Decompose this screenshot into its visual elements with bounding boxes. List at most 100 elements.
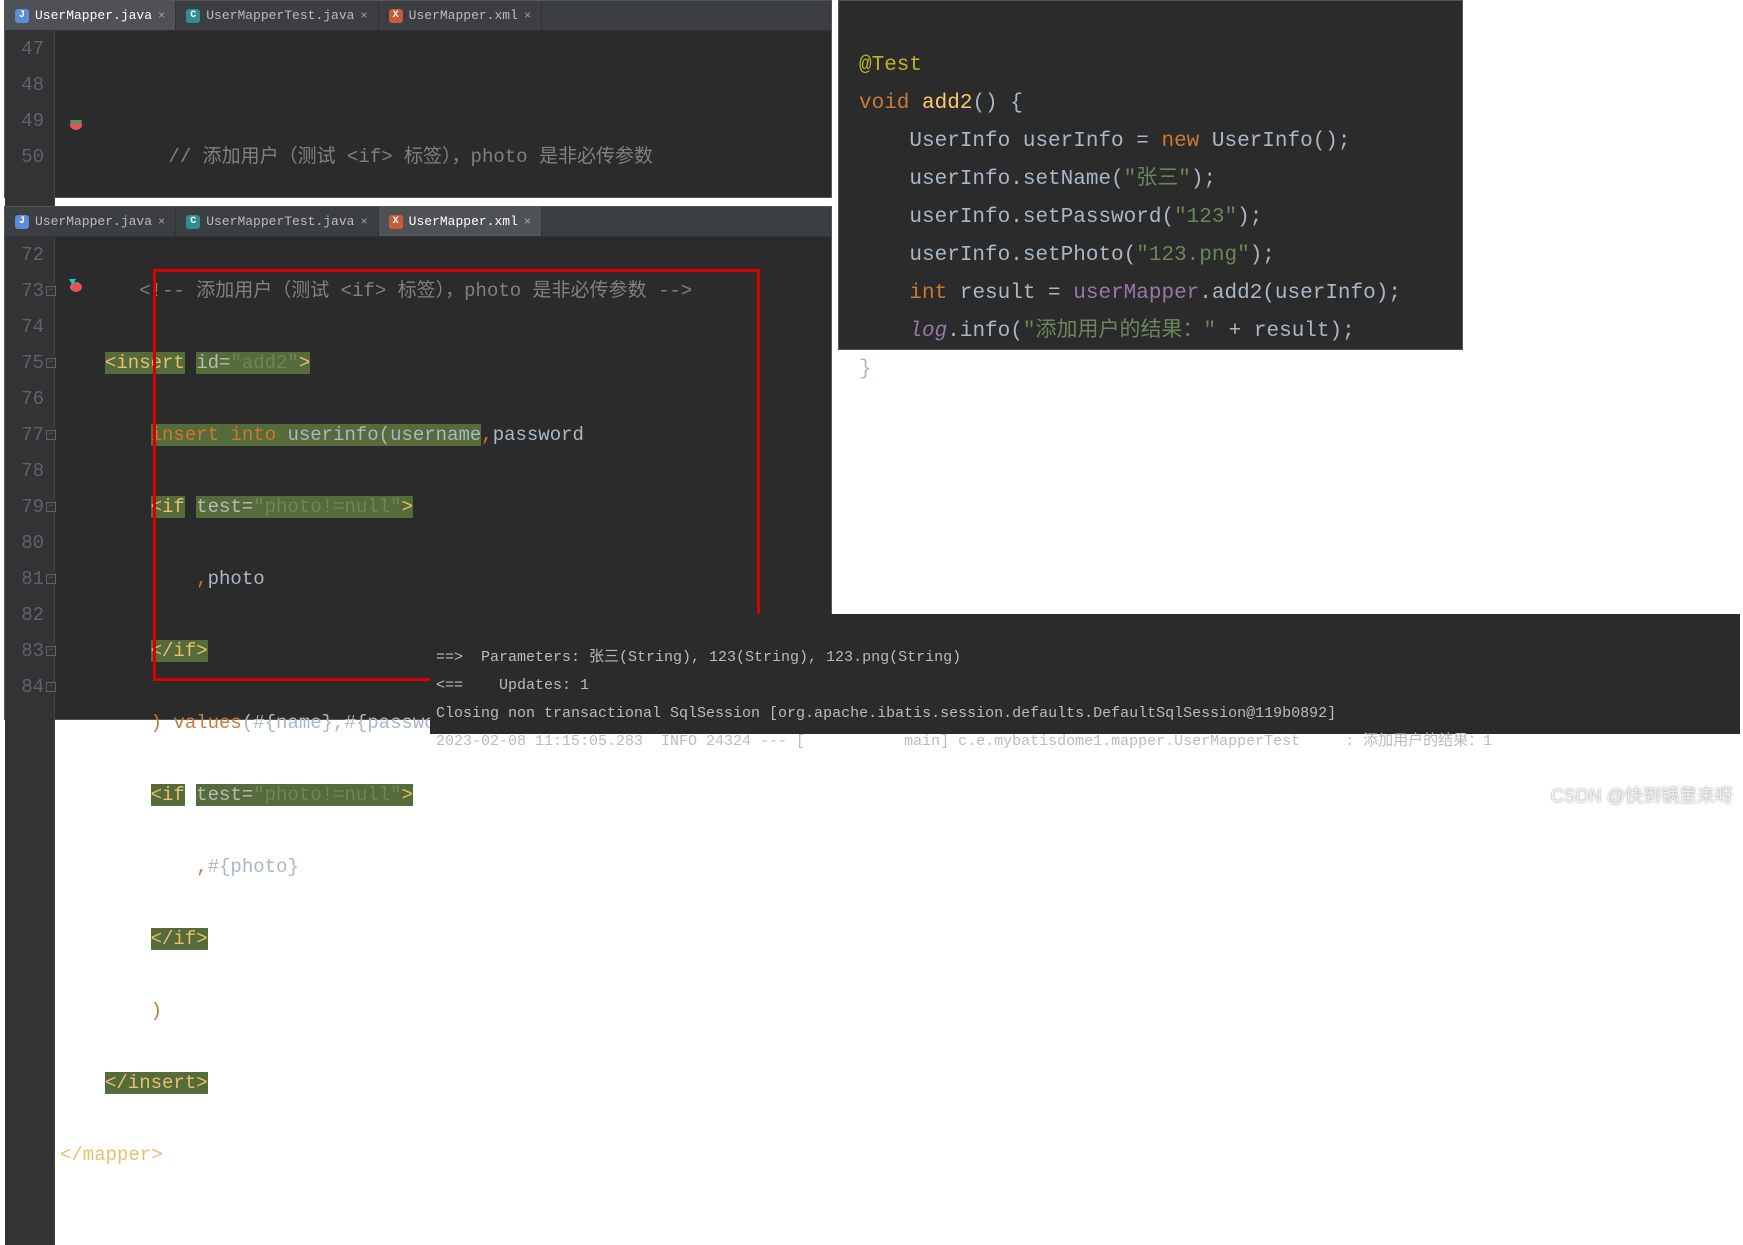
- line-number: 75−: [11, 345, 44, 381]
- editor-panel-test[interactable]: @Test void add2() { UserInfo userInfo = …: [838, 0, 1463, 350]
- paren: ): [151, 1000, 162, 1022]
- code-text: result =: [947, 282, 1073, 305]
- line-number: 83−: [11, 633, 44, 669]
- string-literal: "添加用户的结果：": [1023, 320, 1216, 343]
- line-number: 78: [11, 453, 44, 489]
- tag-if-close: </if>: [151, 928, 208, 950]
- tag-insert-open: <insert: [105, 352, 185, 374]
- brace-close: }: [859, 358, 872, 381]
- paren: ): [151, 712, 162, 734]
- tag-gt: >: [401, 496, 412, 518]
- field-ref: log: [909, 320, 947, 343]
- xml-icon: X: [389, 215, 403, 229]
- xml-icon: X: [389, 9, 403, 23]
- tab-label: UserMapper.xml: [409, 8, 518, 23]
- tag-mapper-close: </mapper>: [60, 1144, 163, 1166]
- tab-label: UserMapper.java: [35, 214, 152, 229]
- tab-usermapper-xml[interactable]: X UserMapper.xml ×: [379, 207, 542, 236]
- close-icon[interactable]: ×: [360, 215, 367, 229]
- tab-usermappertest-java[interactable]: C UserMapperTest.java ×: [176, 1, 378, 30]
- java-icon: J: [15, 9, 29, 23]
- comma: ,: [481, 424, 492, 446]
- tag-if-close: </if>: [151, 640, 208, 662]
- line-number: 77−: [11, 417, 44, 453]
- line-number: 72: [11, 237, 44, 273]
- string-literal: "123": [1174, 206, 1237, 229]
- close-icon[interactable]: ×: [158, 215, 165, 229]
- code-text: userInfo.setPassword(: [909, 206, 1174, 229]
- field-ref: userMapper: [1073, 282, 1199, 305]
- line-number: 81−: [11, 561, 44, 597]
- attr-test: test="photo!=null": [196, 784, 401, 806]
- tab-label: UserMapper.java: [35, 8, 152, 23]
- tab-usermappertest-java[interactable]: C UserMapperTest.java ×: [176, 207, 378, 236]
- console-line: ==> Parameters: 张三(String), 123(String),…: [436, 649, 961, 666]
- line-number: 48: [11, 67, 44, 103]
- close-icon[interactable]: ×: [158, 9, 165, 23]
- watermark: CSDN @快到锅里来呀: [1551, 782, 1733, 808]
- keyword-new: new: [1161, 130, 1199, 153]
- attr-test: test="photo!=null": [196, 496, 401, 518]
- code-text: );: [1191, 168, 1216, 191]
- sql-insert-into: insert into userinfo(username: [151, 424, 482, 446]
- comment: // 添加用户（测试 <if> 标签），photo 是非必传参数: [168, 146, 653, 168]
- tab-usermapper-java[interactable]: J UserMapper.java ×: [5, 207, 176, 236]
- code-text: + result);: [1216, 320, 1355, 343]
- line-number: 80: [11, 525, 44, 561]
- string-literal: "张三": [1124, 168, 1191, 191]
- xml-comment: <!-- 添加用户（测试 <if> 标签），photo 是非必传参数 -->: [139, 280, 692, 302]
- sql-col: password: [493, 424, 584, 446]
- tab-label: UserMapper.xml: [409, 214, 518, 229]
- close-icon[interactable]: ×: [524, 9, 531, 23]
- tag-gt: >: [299, 352, 310, 374]
- attr-id: id="add2": [196, 352, 299, 374]
- annotation-test: @Test: [859, 54, 922, 77]
- close-icon[interactable]: ×: [524, 215, 531, 229]
- tag-if-open: <if: [151, 784, 185, 806]
- gutter: 72 73 − 74 75− 76 77− 78 79− 80 81− 82 8…: [5, 237, 55, 1245]
- sql-col: photo: [208, 568, 265, 590]
- code-text: UserInfo userInfo =: [909, 130, 1161, 153]
- code-text: );: [1250, 244, 1275, 267]
- tag-if-open: <if: [151, 496, 185, 518]
- java-icon: J: [15, 215, 29, 229]
- tab-usermapper-xml[interactable]: X UserMapper.xml ×: [379, 1, 542, 30]
- method-name: add2: [922, 92, 972, 115]
- tag-gt: >: [401, 784, 412, 806]
- editor-panel-java: J UserMapper.java × C UserMapperTest.jav…: [4, 0, 832, 198]
- line-number: 79−: [11, 489, 44, 525]
- string-literal: "123.png": [1136, 244, 1249, 267]
- tab-label: UserMapperTest.java: [206, 8, 354, 23]
- line-number: 76: [11, 381, 44, 417]
- code-text: .add2(userInfo);: [1199, 282, 1401, 305]
- tab-usermapper-java[interactable]: J UserMapper.java ×: [5, 1, 176, 30]
- console-output[interactable]: ==> Parameters: 张三(String), 123(String),…: [430, 614, 1740, 734]
- sig: () {: [972, 92, 1022, 115]
- code-text: UserInfo();: [1199, 130, 1350, 153]
- console-line: <== Updates: 1: [436, 677, 589, 694]
- code-text: );: [1237, 206, 1262, 229]
- tag-insert-close: </insert>: [105, 1072, 208, 1094]
- code-text: .info(: [947, 320, 1023, 343]
- line-number: 73 −: [11, 273, 44, 309]
- comma: ,: [196, 856, 207, 878]
- console-line: Closing non transactional SqlSession [or…: [436, 705, 1336, 722]
- close-icon[interactable]: ×: [360, 9, 367, 23]
- console-line: 2023-02-08 11:15:05.283 INFO 24324 --- […: [436, 733, 1492, 750]
- line-number: 49: [11, 103, 44, 139]
- comma: ,: [196, 568, 207, 590]
- class-icon: C: [186, 9, 200, 23]
- tab-label: UserMapperTest.java: [206, 214, 354, 229]
- line-number: 50: [11, 139, 44, 175]
- sql-values: values: [173, 712, 241, 734]
- tab-bar: J UserMapper.java × C UserMapperTest.jav…: [5, 207, 831, 237]
- line-number: 84−: [11, 669, 44, 705]
- line-number: 82: [11, 597, 44, 633]
- code-text: userInfo.setPhoto(: [909, 244, 1136, 267]
- tab-bar: J UserMapper.java × C UserMapperTest.jav…: [5, 1, 831, 31]
- line-number: 74: [11, 309, 44, 345]
- class-icon: C: [186, 215, 200, 229]
- keyword-void: void: [859, 92, 909, 115]
- sql-param: #{photo}: [208, 856, 299, 878]
- code-text: userInfo.setName(: [909, 168, 1123, 191]
